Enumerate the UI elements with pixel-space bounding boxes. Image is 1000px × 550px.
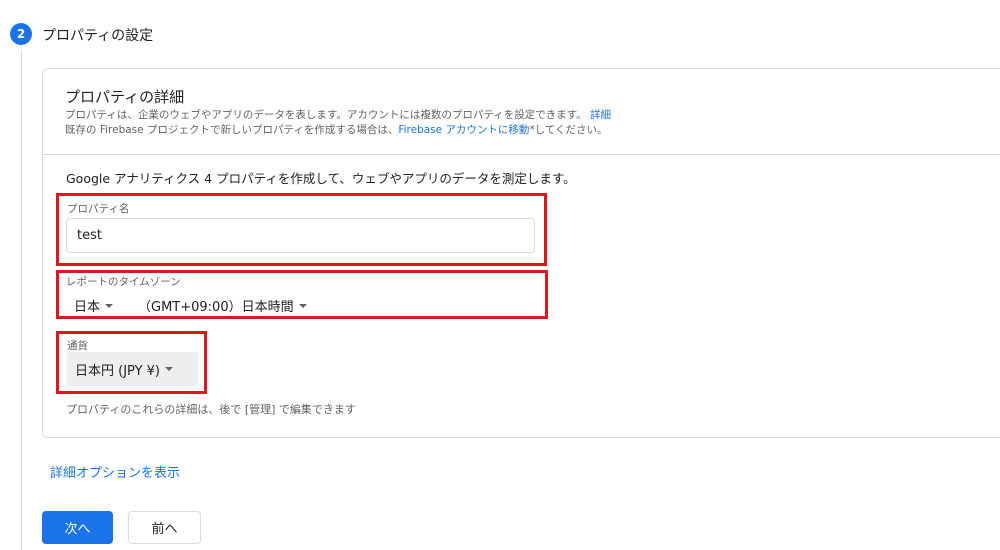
card-header: プロパティの詳細 プロパティは、企業のウェブやアプリのデータを表します。アカウン… — [43, 69, 1000, 155]
currency-value: 日本円 (JPY ¥) — [75, 363, 161, 379]
timezone-label: レポートのタイムゾーン — [66, 276, 181, 288]
intro-text: Google アナリティクス 4 プロパティを作成して、ウェブやアプリのデータを… — [66, 171, 576, 186]
property-name-input[interactable] — [66, 218, 535, 253]
description-line-2-end: *してください。 — [529, 124, 608, 136]
description-line-1: プロパティは、企業のウェブやアプリのデータを表します。アカウントには複数のプロパ… — [65, 109, 587, 121]
back-button[interactable]: 前へ — [128, 511, 201, 544]
caret-down-icon — [105, 303, 114, 308]
caret-down-icon — [165, 367, 174, 371]
currency-label: 通貨 — [67, 340, 88, 352]
edit-later-note: プロパティのこれらの詳細は、後で [管理] で編集できます — [66, 403, 356, 416]
description-line-2: 既存の Firebase プロジェクトで新しいプロパティを作成する場合は、 — [65, 124, 399, 136]
step-title: プロパティの設定 — [42, 28, 154, 44]
property-name-label: プロパティ名 — [67, 203, 130, 215]
currency-dropdown[interactable]: 日本円 (JPY ¥) — [67, 352, 198, 386]
next-button[interactable]: 次へ — [42, 511, 113, 544]
timezone-zone-dropdown[interactable]: （GMT+09:00）日本時間 — [138, 296, 307, 315]
timezone-country-value: 日本 — [74, 300, 101, 315]
firebase-account-link[interactable]: Firebase アカウントに移動 — [398, 124, 529, 136]
card-description: プロパティは、企業のウェブやアプリのデータを表します。アカウントには複数のプロパ… — [65, 108, 611, 138]
timezone-country-dropdown[interactable]: 日本 — [74, 296, 114, 315]
learn-more-link[interactable]: 詳細 — [590, 109, 611, 121]
step-number-badge: 2 — [10, 23, 32, 45]
timezone-zone-value: （GMT+09:00）日本時間 — [138, 300, 294, 315]
card-title: プロパティの詳細 — [65, 88, 185, 106]
caret-down-icon — [298, 303, 307, 308]
show-advanced-options-link[interactable]: 詳細オプションを表示 — [50, 462, 180, 481]
stepper-line — [21, 50, 22, 550]
